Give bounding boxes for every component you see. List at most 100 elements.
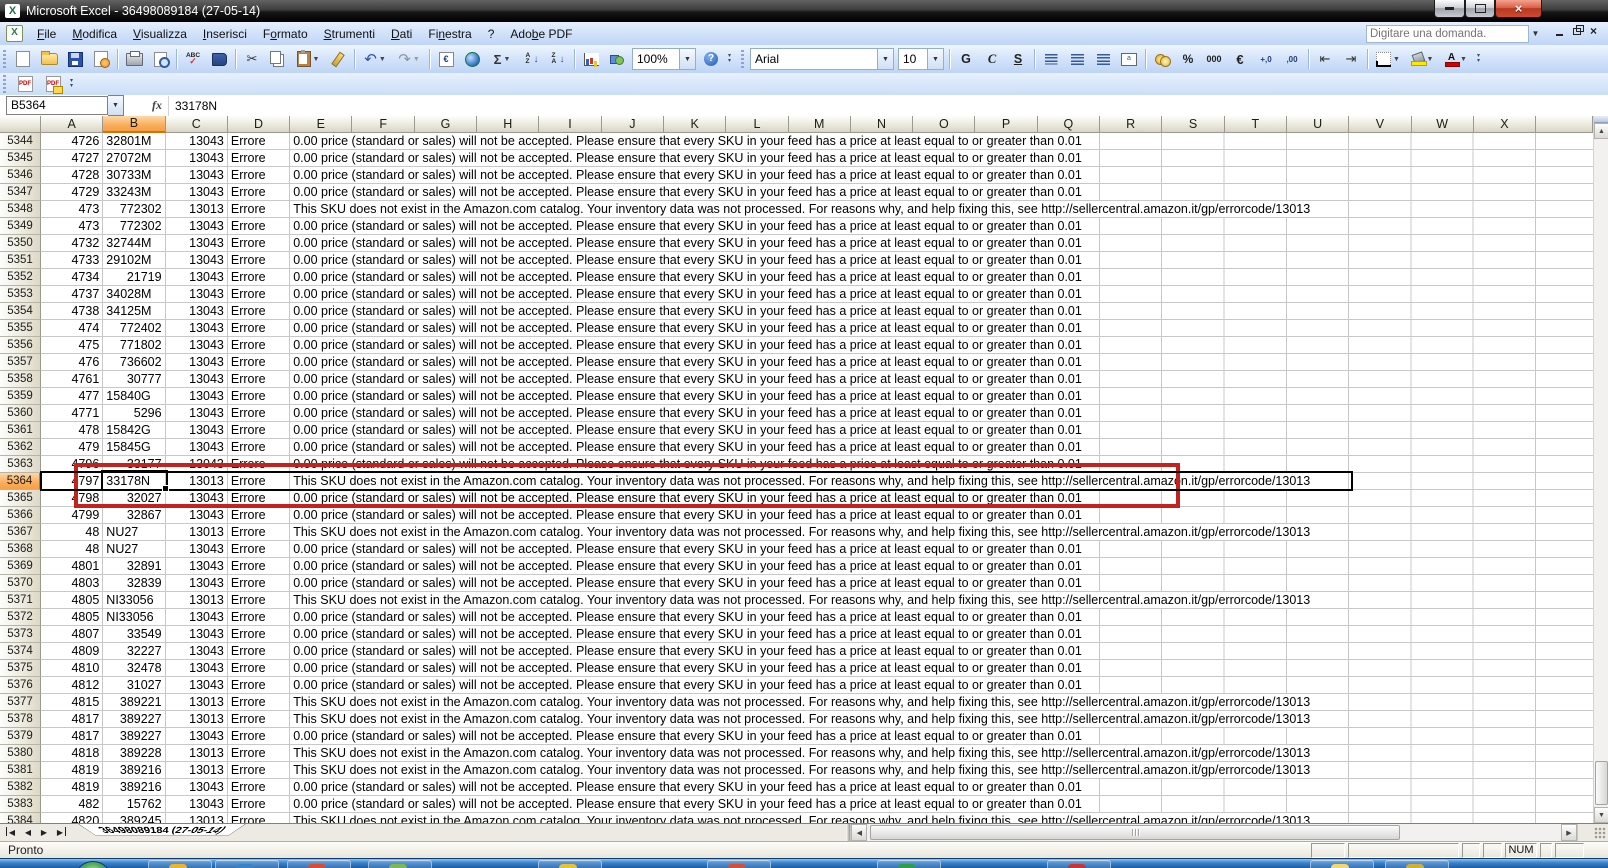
cell-B5381[interactable]: 389216 xyxy=(103,762,166,779)
cell-A5360[interactable]: 4771 xyxy=(41,405,104,422)
column-header-L[interactable]: L xyxy=(726,116,789,133)
row-header-5367[interactable]: 5367 xyxy=(0,524,41,541)
merge-center-button[interactable]: a xyxy=(1117,47,1141,71)
cell-D5383[interactable]: Errore xyxy=(227,796,291,813)
row-header-5369[interactable]: 5369 xyxy=(0,558,41,575)
decrease-indent-button[interactable]: ⇤ xyxy=(1313,47,1337,71)
formula-input[interactable]: 33178N xyxy=(168,95,1608,116)
row-header-5357[interactable]: 5357 xyxy=(0,354,41,371)
column-header-J[interactable]: J xyxy=(601,116,664,133)
cell-D5352[interactable]: Errore xyxy=(227,269,291,286)
cell-E5381[interactable]: This SKU does not exist in the Amazon.co… xyxy=(290,762,1593,779)
align-center-button[interactable] xyxy=(1065,47,1089,71)
cell-C5347[interactable]: 13043 xyxy=(165,184,228,201)
cell-E5384[interactable]: This SKU does not exist in the Amazon.co… xyxy=(290,813,1593,823)
cell-A5353[interactable]: 4737 xyxy=(41,286,104,303)
cell-E5357[interactable]: 0.00 price (standard or sales) will not … xyxy=(290,354,1593,371)
cell-E5373[interactable]: 0.00 price (standard or sales) will not … xyxy=(290,626,1593,643)
cell-C5372[interactable]: 13043 xyxy=(165,609,228,626)
research-button[interactable] xyxy=(207,47,231,71)
cell-C5352[interactable]: 13043 xyxy=(165,269,228,286)
row-header-5345[interactable]: 5345 xyxy=(0,150,41,167)
cell-B5351[interactable]: 29102M xyxy=(103,252,166,269)
horizontal-scrollbar[interactable]: ◀ ▶ xyxy=(850,824,1577,841)
cell-A5366[interactable]: 4799 xyxy=(41,507,104,524)
cell-D5346[interactable]: Errore xyxy=(227,167,291,184)
cell-C5355[interactable]: 13043 xyxy=(165,320,228,337)
column-header-P[interactable]: P xyxy=(975,116,1038,133)
permission-button[interactable] xyxy=(89,47,113,71)
menu-finestra[interactable]: Finestra xyxy=(420,23,479,45)
cell-C5369[interactable]: 13043 xyxy=(165,558,228,575)
italic-button[interactable]: C xyxy=(980,47,1004,71)
row-header-5376[interactable]: 5376 xyxy=(0,677,41,694)
taskbar-item[interactable] xyxy=(1047,860,1111,868)
column-header-G[interactable]: G xyxy=(414,116,478,133)
cell-C5368[interactable]: 13043 xyxy=(165,541,228,558)
minimize-button[interactable] xyxy=(1434,0,1465,18)
cell-D5356[interactable]: Errore xyxy=(227,337,291,354)
cell-D5368[interactable]: Errore xyxy=(227,541,291,558)
cell-D5353[interactable]: Errore xyxy=(227,286,291,303)
horizontal-scroll-track[interactable] xyxy=(867,824,1561,841)
font-name-dropdown-icon[interactable]: ▼ xyxy=(877,49,893,69)
cell-D5350[interactable]: Errore xyxy=(227,235,291,252)
decrease-decimal-button[interactable]: ,00 xyxy=(1280,47,1304,71)
row-header-5368[interactable]: 5368 xyxy=(0,541,41,558)
row-header-5373[interactable]: 5373 xyxy=(0,626,41,643)
cell-C5366[interactable]: 13043 xyxy=(165,507,228,524)
cell-A5384[interactable]: 4820 xyxy=(41,813,104,823)
taskbar-item[interactable] xyxy=(707,860,771,868)
cell-E5366[interactable]: 0.00 price (standard or sales) will not … xyxy=(290,507,1593,524)
cell-D5378[interactable]: Errore xyxy=(227,711,291,728)
cell-A5347[interactable]: 4729 xyxy=(41,184,104,201)
workbook-restore-button[interactable] xyxy=(1572,25,1584,37)
column-header-E[interactable]: E xyxy=(290,116,353,133)
column-header-U[interactable]: U xyxy=(1286,116,1350,133)
cell-C5376[interactable]: 13043 xyxy=(165,677,228,694)
cell-B5366[interactable]: 32867 xyxy=(103,507,166,524)
column-header-Q[interactable]: Q xyxy=(1037,116,1101,133)
horizontal-scroll-thumb[interactable] xyxy=(870,825,1401,840)
cell-E5378[interactable]: This SKU does not exist in the Amazon.co… xyxy=(290,711,1593,728)
cell-A5350[interactable]: 4732 xyxy=(41,235,104,252)
menu-file[interactable]: File xyxy=(29,23,64,45)
cell-A5355[interactable]: 474 xyxy=(41,320,104,337)
column-header-R[interactable]: R xyxy=(1100,116,1163,133)
cell-A5362[interactable]: 479 xyxy=(41,439,104,456)
cell-C5349[interactable]: 13043 xyxy=(165,218,228,235)
cell-E5365[interactable]: 0.00 price (standard or sales) will not … xyxy=(290,490,1593,507)
cell-D5375[interactable]: Errore xyxy=(227,660,291,677)
cell-E5372[interactable]: 0.00 price (standard or sales) will not … xyxy=(290,609,1593,626)
font-name-combo[interactable]: Arial ▼ xyxy=(750,48,894,70)
taskbar-item[interactable] xyxy=(1385,860,1449,868)
menu-inserisci[interactable]: Inserisci xyxy=(195,23,255,45)
cell-B5346[interactable]: 30733M xyxy=(103,167,166,184)
print-button[interactable] xyxy=(122,47,146,71)
cell-D5367[interactable]: Errore xyxy=(227,524,291,541)
cell-D5363[interactable]: Errore xyxy=(227,456,291,473)
cell-E5369[interactable]: 0.00 price (standard or sales) will not … xyxy=(290,558,1593,575)
column-header-O[interactable]: O xyxy=(913,116,976,133)
cell-B5383[interactable]: 15762 xyxy=(103,796,166,813)
cell-B5376[interactable]: 31027 xyxy=(103,677,166,694)
cell-C5375[interactable]: 13043 xyxy=(165,660,228,677)
column-header-N[interactable]: N xyxy=(850,116,914,133)
cell-D5362[interactable]: Errore xyxy=(227,439,291,456)
scroll-left-icon[interactable]: ◀ xyxy=(851,824,868,841)
cell-D5381[interactable]: Errore xyxy=(227,762,291,779)
cell-A5354[interactable]: 4738 xyxy=(41,303,104,320)
row-header-5344[interactable]: 5344 xyxy=(0,133,41,150)
undo-button[interactable]: ↶ ▼ xyxy=(359,47,391,71)
print-preview-button[interactable] xyxy=(148,47,172,71)
cell-E5359[interactable]: 0.00 price (standard or sales) will not … xyxy=(290,388,1593,405)
column-header-M[interactable]: M xyxy=(788,116,851,133)
toolbar-grip[interactable] xyxy=(3,50,6,68)
taskbar-item[interactable] xyxy=(877,860,941,868)
row-header-5366[interactable]: 5366 xyxy=(0,507,41,524)
cell-A5359[interactable]: 477 xyxy=(41,388,104,405)
cell-B5370[interactable]: 32839 xyxy=(103,575,166,592)
previous-sheet-button[interactable]: ◀ xyxy=(20,824,36,841)
cell-E5350[interactable]: 0.00 price (standard or sales) will not … xyxy=(290,235,1593,252)
row-header-5361[interactable]: 5361 xyxy=(0,422,41,439)
